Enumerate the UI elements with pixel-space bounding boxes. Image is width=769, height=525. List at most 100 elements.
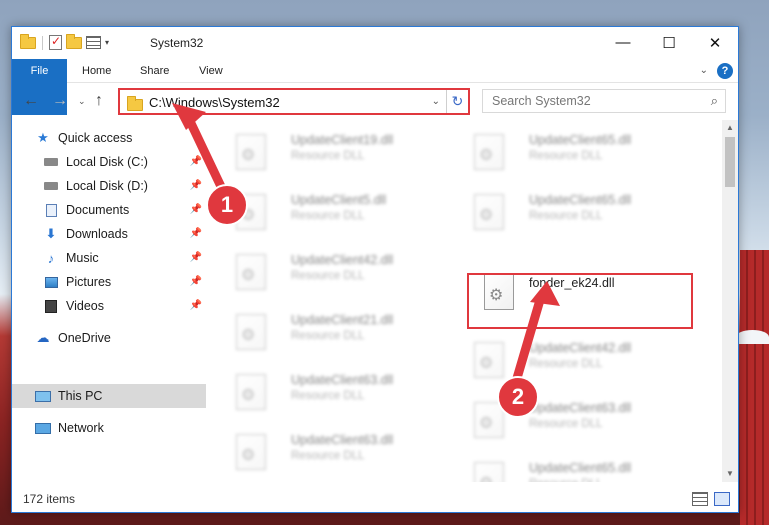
- properties-icon[interactable]: [49, 34, 62, 50]
- sidebar-item-local-disk-c[interactable]: Local Disk (C:) 📌: [42, 150, 206, 174]
- list-item[interactable]: UpdateClient19.dll Resource DLL: [208, 128, 428, 184]
- sidebar-item-label: Local Disk (C:): [66, 155, 148, 169]
- navigation-pane: ★ Quick access Local Disk (C:) 📌 Local D…: [12, 120, 206, 482]
- customize-toolbar-arrow-icon[interactable]: ▾: [105, 38, 109, 47]
- sidebar-item-label: Music: [66, 251, 99, 265]
- quick-access-toolbar: ▾: [20, 33, 109, 50]
- address-dropdown-chevron-icon[interactable]: ⌄: [432, 96, 440, 107]
- sidebar-item-network[interactable]: Network: [34, 416, 206, 440]
- sidebar-item-label: Quick access: [58, 131, 133, 145]
- pin-icon[interactable]: 📌: [190, 276, 202, 287]
- status-bar: 172 items: [12, 486, 738, 512]
- address-folder-icon: [127, 96, 143, 111]
- file-name: UpdateClient5.dll: [291, 193, 387, 207]
- vertical-scrollbar[interactable]: ▲ ▼: [722, 120, 738, 482]
- view-options-icon[interactable]: [86, 36, 101, 49]
- list-item[interactable]: UpdateClient65.dll Resource DLL: [446, 456, 666, 482]
- sidebar-item-onedrive[interactable]: ☁ OneDrive: [34, 326, 206, 350]
- forward-button[interactable]: →: [52, 92, 68, 110]
- videos-icon: [42, 299, 60, 313]
- dll-file-icon: [474, 194, 504, 230]
- file-type: Resource DLL: [291, 390, 365, 402]
- dll-file-icon: [474, 462, 504, 482]
- scroll-up-icon[interactable]: ▲: [722, 120, 738, 136]
- dll-file-icon: [236, 374, 266, 410]
- computer-icon: [34, 390, 52, 402]
- address-path[interactable]: C:\Windows\System32: [149, 95, 280, 110]
- dll-file-icon: [474, 134, 504, 170]
- dll-file-icon: [236, 134, 266, 170]
- list-item[interactable]: UpdateClient63.dll Resource DLL: [208, 428, 428, 482]
- search-input[interactable]: Search System32: [492, 94, 591, 108]
- search-box[interactable]: Search System32 ⌕: [482, 89, 726, 113]
- address-bar[interactable]: C:\Windows\System32 ⌄ ↻: [118, 88, 470, 115]
- up-button[interactable]: ↑: [95, 92, 103, 110]
- list-item[interactable]: UpdateClient65.dll Resource DLL: [446, 188, 666, 244]
- search-icon[interactable]: ⌕: [711, 93, 718, 109]
- file-type: Resource DLL: [291, 150, 365, 162]
- sidebar-item-pictures[interactable]: Pictures 📌: [42, 270, 206, 294]
- sidebar-item-downloads[interactable]: ⬇ Downloads 📌: [42, 222, 206, 246]
- network-icon: [34, 422, 52, 434]
- details-view-icon[interactable]: [692, 492, 708, 506]
- sidebar-item-documents[interactable]: Documents 📌: [42, 198, 206, 222]
- close-button[interactable]: ✕: [692, 27, 738, 58]
- pin-icon[interactable]: 📌: [190, 300, 202, 311]
- pictures-icon: [42, 276, 60, 288]
- sidebar-item-label: OneDrive: [58, 331, 111, 345]
- file-highlight-box: [467, 273, 693, 329]
- sidebar-item-local-disk-d[interactable]: Local Disk (D:) 📌: [42, 174, 206, 198]
- sidebar-item-label: Downloads: [66, 227, 128, 241]
- expand-ribbon-chevron-icon[interactable]: ⌄: [700, 65, 708, 76]
- step-badge-1: 1: [206, 184, 248, 226]
- recent-locations-chevron-icon[interactable]: ⌄: [78, 96, 86, 107]
- scrollbar-thumb[interactable]: [725, 137, 735, 187]
- file-type: Resource DLL: [291, 270, 365, 282]
- list-item[interactable]: UpdateClient63.dll Resource DLL: [208, 368, 428, 424]
- pin-icon[interactable]: 📌: [190, 252, 202, 263]
- refresh-icon[interactable]: ↻: [446, 90, 468, 113]
- dll-file-icon: [236, 254, 266, 290]
- sidebar-item-videos[interactable]: Videos 📌: [42, 294, 206, 318]
- minimize-button[interactable]: —: [600, 27, 646, 58]
- sidebar-item-music[interactable]: ♪ Music 📌: [42, 246, 206, 270]
- list-item[interactable]: UpdateClient42.dll Resource DLL: [446, 336, 666, 392]
- tab-view[interactable]: View: [199, 59, 223, 83]
- list-item[interactable]: UpdateClient21.dll Resource DLL: [208, 308, 428, 364]
- sidebar-item-label: Pictures: [66, 275, 112, 289]
- scroll-down-icon[interactable]: ▼: [722, 466, 738, 482]
- sidebar-item-quick-access[interactable]: ★ Quick access: [34, 126, 206, 150]
- snow-wallpaper: [736, 330, 769, 344]
- file-name: UpdateClient65.dll: [529, 133, 632, 147]
- step-badge-2: 2: [497, 376, 539, 418]
- file-name: UpdateClient65.dll: [529, 461, 632, 475]
- item-count: 172 items: [23, 492, 76, 506]
- dll-file-icon: [236, 314, 266, 350]
- file-type: Resource DLL: [529, 358, 603, 370]
- maximize-button[interactable]: ☐: [646, 27, 692, 58]
- file-name: UpdateClient21.dll: [291, 313, 394, 327]
- sidebar-item-this-pc[interactable]: This PC: [12, 384, 206, 408]
- document-icon: [42, 203, 60, 217]
- list-item[interactable]: UpdateClient63.dll Resource DLL: [446, 396, 666, 452]
- sidebar-item-label: Local Disk (D:): [66, 179, 148, 193]
- file-type: Resource DLL: [291, 210, 365, 222]
- list-item[interactable]: UpdateClient42.dll Resource DLL: [208, 248, 428, 304]
- pin-icon[interactable]: 📌: [190, 180, 202, 191]
- tab-share[interactable]: Share: [140, 59, 169, 83]
- pin-icon[interactable]: 📌: [190, 228, 202, 239]
- ribbon: File Home Share View ⌄ ?: [12, 59, 738, 115]
- help-icon[interactable]: ?: [717, 63, 733, 79]
- file-name: UpdateClient63.dll: [291, 373, 394, 387]
- new-folder-icon[interactable]: [66, 33, 82, 49]
- pin-icon[interactable]: 📌: [190, 156, 202, 167]
- title-bar: ▾ System32 — ☐ ✕: [12, 27, 738, 59]
- file-name: UpdateClient42.dll: [291, 253, 394, 267]
- cloud-icon: ☁: [36, 330, 50, 345]
- file-name: UpdateClient42.dll: [529, 341, 632, 355]
- list-item[interactable]: UpdateClient65.dll Resource DLL: [446, 128, 666, 184]
- tab-home[interactable]: Home: [82, 59, 111, 83]
- large-icons-view-icon[interactable]: [714, 492, 730, 506]
- back-button[interactable]: ←: [23, 92, 39, 110]
- pin-icon[interactable]: 📌: [190, 204, 202, 215]
